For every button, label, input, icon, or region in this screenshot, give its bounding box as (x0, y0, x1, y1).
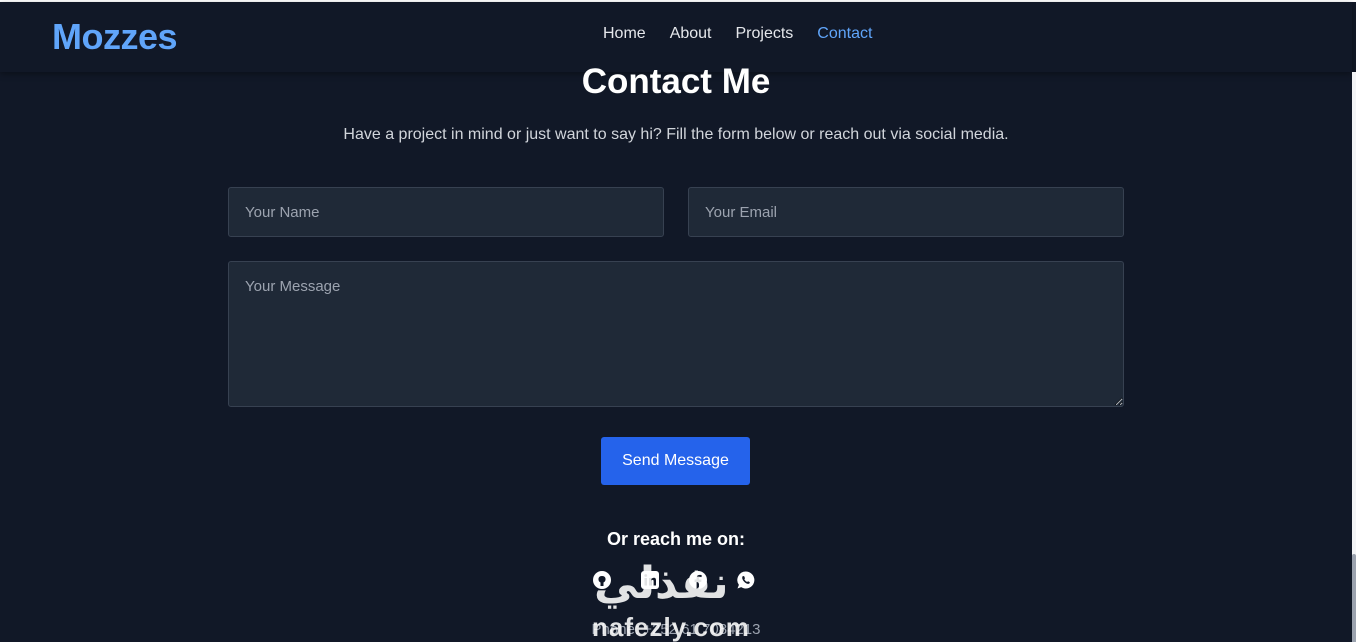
page: Mozzes Home About Projects Contact Conta… (0, 0, 1356, 642)
message-textarea[interactable] (228, 261, 1124, 407)
nav-home-link[interactable]: Home (603, 25, 646, 43)
whatsapp-icon[interactable] (735, 569, 757, 591)
name-input[interactable] (228, 187, 664, 237)
nav-contact-link[interactable]: Contact (817, 25, 872, 43)
scrollbar[interactable] (1352, 72, 1356, 642)
logo[interactable]: Mozzes (52, 16, 178, 58)
nav-about-link[interactable]: About (670, 25, 712, 43)
nav-projects-link[interactable]: Projects (736, 25, 794, 43)
social-links (591, 569, 757, 591)
main-nav: Home About Projects Contact (603, 25, 872, 43)
page-title: Contact Me (581, 62, 771, 101)
page-subtitle: Have a project in mind or just want to s… (343, 126, 1009, 143)
phone-number: Phone: +252 61 7084213 (591, 621, 761, 638)
github-icon[interactable] (591, 569, 613, 591)
linkedin-icon[interactable] (639, 569, 661, 591)
send-message-button[interactable]: Send Message (601, 437, 750, 485)
reach-heading: Or reach me on: (606, 529, 746, 549)
scrollbar-thumb[interactable] (1352, 554, 1356, 642)
facebook-icon[interactable] (687, 569, 709, 591)
email-input[interactable] (688, 187, 1124, 237)
